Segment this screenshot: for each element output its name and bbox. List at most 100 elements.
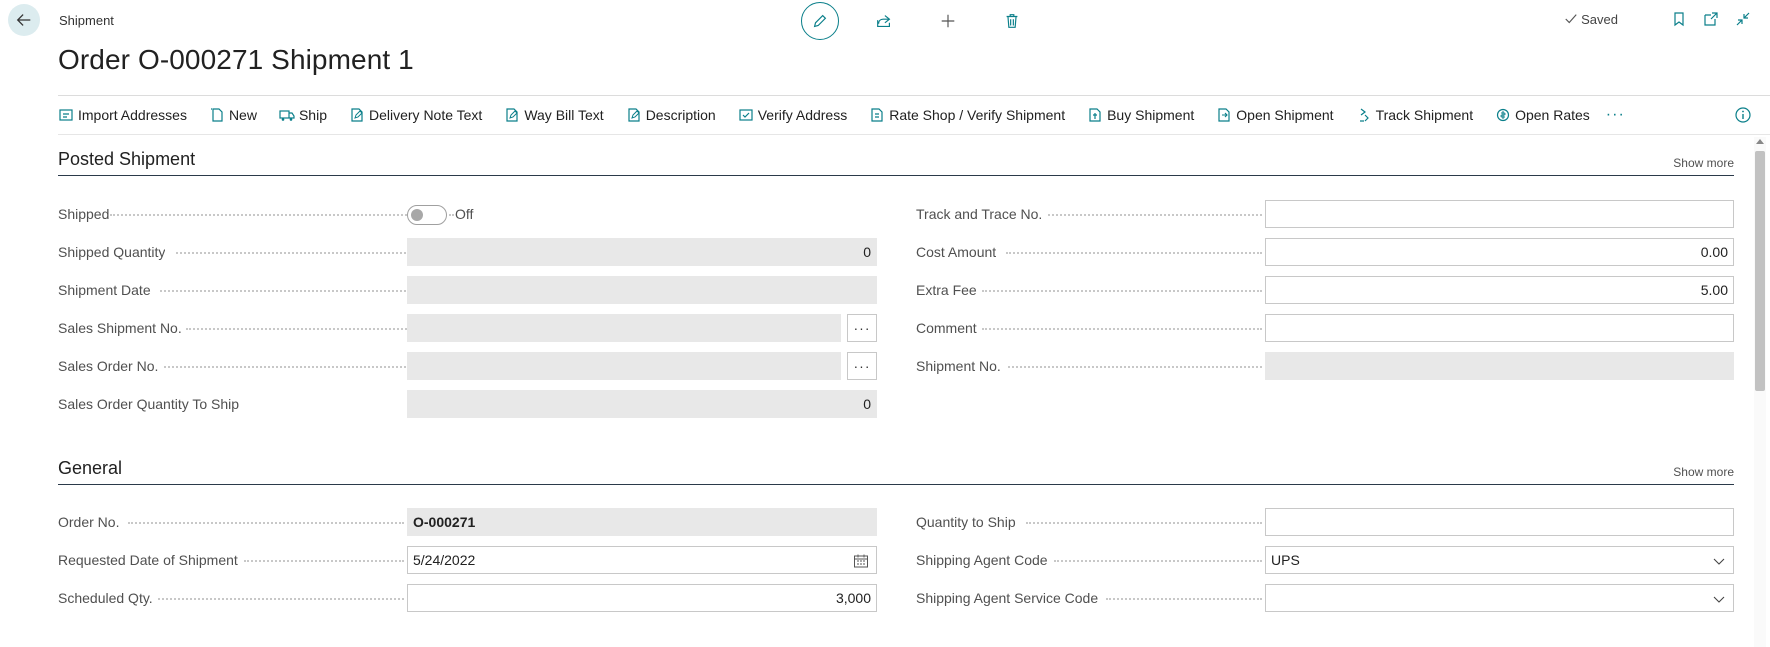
verify-address-icon (739, 109, 753, 121)
open-new-window-icon (1704, 12, 1718, 26)
label-leader (1026, 522, 1262, 524)
show-more-link[interactable]: Show more (1673, 465, 1734, 479)
scrollbar-thumb[interactable] (1755, 151, 1765, 391)
delete-button[interactable] (993, 2, 1031, 40)
field-label: Sales Shipment No. (58, 320, 182, 336)
scheduled-qty-input[interactable]: 3,000 (407, 584, 877, 612)
shipment-date-value (407, 276, 877, 304)
action-delivery-note-text[interactable]: Delivery Note Text (349, 107, 482, 123)
action-buy-shipment[interactable]: Buy Shipment (1087, 107, 1194, 123)
status-area: Saved (1564, 10, 1752, 28)
bookmark-button[interactable] (1670, 10, 1688, 28)
label-leader (1006, 252, 1262, 254)
calendar-icon[interactable] (853, 553, 869, 569)
vertical-scrollbar[interactable] (1754, 137, 1766, 647)
action-ship[interactable]: Ship (279, 107, 327, 123)
field-shipping-agent-service-code: Shipping Agent Service Code (916, 583, 1736, 613)
section-title: General (58, 458, 123, 478)
order-no-value: O-000271 (407, 508, 877, 536)
field-requested-date: Requested Date of Shipment 5/24/2022 (58, 545, 878, 575)
field-shipment-no: Shipment No. (916, 351, 1736, 381)
action-open-shipment[interactable]: Open Shipment (1216, 107, 1334, 123)
extra-fee-input[interactable]: 5.00 (1265, 276, 1734, 304)
field-sales-order-qty-to-ship: Sales Order Quantity To Ship 0 (58, 389, 878, 419)
field-track-and-trace-no: Track and Trace No. (916, 199, 1736, 229)
field-label: Shipping Agent Code (916, 552, 1048, 568)
field-label: Sales Order No. (58, 358, 159, 374)
shipping-agent-code-text: UPS (1271, 552, 1300, 568)
field-shipped: Shipped Off (58, 199, 878, 229)
action-rate-shop-verify-shipment[interactable]: Rate Shop / Verify Shipment (869, 107, 1065, 123)
sales-shipment-no-lookup-button[interactable]: ··· (847, 314, 877, 342)
field-label: Shipped Quantity (58, 244, 166, 260)
sales-order-qty-to-ship-value: 0 (407, 390, 877, 418)
open-shipment-icon (1218, 108, 1230, 122)
action-open-rates[interactable]: Open Rates (1495, 107, 1590, 123)
requested-date-input[interactable]: 5/24/2022 (407, 546, 877, 574)
page-caption: Shipment (59, 13, 114, 28)
new-button[interactable] (929, 2, 967, 40)
action-way-bill-text[interactable]: Way Bill Text (504, 107, 604, 123)
field-label: Shipment No. (916, 358, 1001, 374)
sales-order-no-lookup-button[interactable]: ··· (847, 352, 877, 380)
label-leader (110, 214, 454, 216)
label-leader (128, 522, 404, 524)
action-bar: Import Addresses New Ship Delivery Note … (58, 95, 1770, 135)
scroll-up-arrow[interactable] (1756, 139, 1764, 144)
action-description[interactable]: Description (626, 107, 716, 123)
action-new[interactable]: New (209, 107, 257, 123)
field-label: Scheduled Qty. (58, 590, 153, 606)
toggle-knob (411, 209, 423, 221)
chevron-down-icon (1713, 596, 1725, 603)
page-actions (801, 2, 1057, 40)
shipped-toggle[interactable] (407, 205, 447, 225)
back-button[interactable] (8, 4, 40, 36)
field-label: Comment (916, 320, 977, 336)
field-shipping-agent-code: Shipping Agent Code UPS (916, 545, 1736, 575)
general-header: General Show more (58, 455, 1734, 485)
quantity-to-ship-input[interactable] (1265, 508, 1734, 536)
page-title: Order O-000271 Shipment 1 (58, 44, 414, 75)
field-label: Requested Date of Shipment (58, 552, 238, 568)
shipping-agent-service-code-select[interactable] (1265, 584, 1734, 612)
field-label: Order No. (58, 514, 120, 530)
chevron-down-icon (1713, 558, 1725, 565)
label-leader (1054, 560, 1262, 562)
field-label: Sales Order Quantity To Ship (58, 396, 240, 412)
open-rates-icon (1496, 108, 1510, 122)
comment-input[interactable] (1265, 314, 1734, 342)
bookmark-icon (1674, 12, 1684, 27)
shipping-agent-code-select[interactable]: UPS (1265, 546, 1734, 574)
label-leader (1048, 214, 1262, 216)
info-icon[interactable] (1734, 106, 1752, 124)
edit-document-icon (506, 108, 519, 122)
field-shipment-date: Shipment Date (58, 275, 878, 305)
label-leader (244, 560, 404, 562)
cost-amount-input[interactable]: 0.00 (1265, 238, 1734, 266)
trash-icon (1006, 14, 1018, 28)
edit-button[interactable] (801, 2, 839, 40)
pencil-icon (813, 14, 827, 28)
label-leader (982, 328, 1262, 330)
buy-shipment-icon (1089, 108, 1101, 122)
edit-document-icon (628, 108, 640, 122)
field-shipped-quantity: Shipped Quantity 0 (58, 237, 878, 267)
section-title: Posted Shipment (58, 149, 196, 169)
action-verify-address[interactable]: Verify Address (738, 107, 847, 123)
action-import-addresses[interactable]: Import Addresses (58, 107, 187, 123)
field-sales-shipment-no: Sales Shipment No. ··· (58, 313, 878, 343)
track-and-trace-no-input[interactable] (1265, 200, 1734, 228)
open-new-window-button[interactable] (1702, 10, 1720, 28)
posted-shipment-header: Posted Shipment Show more (58, 146, 1734, 176)
plus-icon (941, 14, 955, 28)
label-leader (982, 290, 1262, 292)
share-button[interactable] (865, 2, 903, 40)
label-leader (1106, 598, 1262, 600)
field-label: Shipping Agent Service Code (916, 590, 1099, 606)
collapse-button[interactable] (1734, 10, 1752, 28)
more-actions-button[interactable]: ··· (1606, 106, 1625, 124)
action-track-shipment[interactable]: Track Shipment (1356, 107, 1473, 123)
field-label: Extra Fee (916, 282, 977, 298)
show-more-link[interactable]: Show more (1673, 156, 1734, 170)
field-label: Shipment Date (58, 282, 151, 298)
